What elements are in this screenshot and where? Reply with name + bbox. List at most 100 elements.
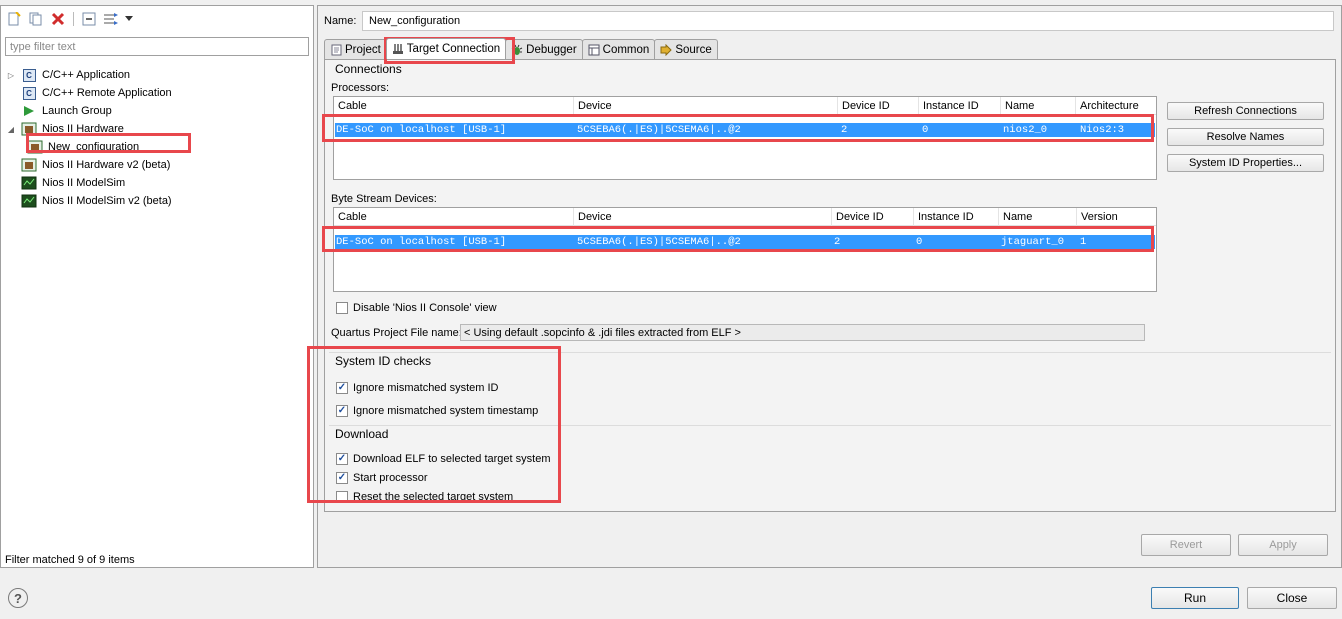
- new-launch-configuration-icon[interactable]: [4, 10, 24, 28]
- checkbox-box[interactable]: [336, 302, 348, 314]
- column-header-architecture[interactable]: Architecture: [1076, 97, 1158, 115]
- reset-target-system-checkbox[interactable]: Reset the selected target system: [336, 489, 513, 505]
- tree-item-label: Nios II Hardware: [42, 123, 124, 135]
- tree-item-label: C/C++ Application: [42, 69, 131, 81]
- cell-name: jtaguart_0: [1001, 236, 1065, 248]
- tree-item-nios-hardware[interactable]: ◢ Nios II Hardware: [5, 120, 305, 138]
- target-connection-panel: Connections Processors: Cable Device Dev…: [324, 59, 1336, 512]
- toolbar-separator: [73, 12, 74, 26]
- table-row[interactable]: DE-SoC on localhost [USB-1] 5CSEBA6(.|ES…: [335, 235, 1155, 249]
- tab-label: Source: [675, 43, 712, 56]
- launch-group-icon: [21, 104, 37, 118]
- dropdown-arrow-icon[interactable]: [123, 10, 135, 28]
- cell-architecture: Nios2:3: [1080, 124, 1125, 136]
- column-header-device-id[interactable]: Device ID: [838, 97, 919, 115]
- checkbox-box[interactable]: ✓: [336, 382, 348, 394]
- tree-item-cpp-application[interactable]: ▷ C C/C++ Application: [5, 66, 305, 84]
- refresh-connections-button[interactable]: Refresh Connections: [1167, 102, 1324, 120]
- tab-label: Debugger: [526, 43, 577, 56]
- nios-hardware-icon: [21, 122, 37, 136]
- checkbox-box[interactable]: [336, 491, 348, 503]
- checkbox-box[interactable]: ✓: [336, 405, 348, 417]
- cell-instance-id: 0: [922, 124, 929, 136]
- column-header-device-id[interactable]: Device ID: [832, 208, 914, 226]
- tab-source[interactable]: Source: [654, 39, 718, 59]
- download-elf-checkbox[interactable]: ✓ Download ELF to selected target system: [336, 451, 550, 467]
- tree-item-nios-hardware-v2[interactable]: Nios II Hardware v2 (beta): [5, 156, 305, 174]
- tab-common[interactable]: Common: [581, 39, 656, 59]
- source-icon: [660, 43, 673, 56]
- checkbox-label: Reset the selected target system: [353, 491, 514, 503]
- byte-stream-devices-table[interactable]: Cable Device Device ID Instance ID Name …: [333, 207, 1157, 292]
- name-label: Name:: [324, 15, 357, 27]
- column-header-instance-id[interactable]: Instance ID: [914, 208, 999, 226]
- apply-button[interactable]: Apply: [1238, 534, 1328, 556]
- debugger-icon: [511, 44, 523, 56]
- column-header-version[interactable]: Version: [1077, 208, 1158, 226]
- expand-arrow-icon[interactable]: ▷: [5, 71, 17, 80]
- tab-project[interactable]: Project: [324, 39, 387, 59]
- column-header-name[interactable]: Name: [999, 208, 1077, 226]
- column-header-cable[interactable]: Cable: [334, 208, 574, 226]
- checkbox-box[interactable]: ✓: [336, 472, 348, 484]
- filter-input[interactable]: [5, 37, 309, 56]
- modelsim-icon: [21, 176, 37, 190]
- delete-icon[interactable]: [48, 10, 68, 28]
- processors-table[interactable]: Cable Device Device ID Instance ID Name …: [333, 96, 1157, 180]
- tree-item-nios-modelsim[interactable]: Nios II ModelSim: [5, 174, 305, 192]
- cell-cable: DE-SoC on localhost [USB-1]: [336, 124, 507, 136]
- revert-button[interactable]: Revert: [1141, 534, 1231, 556]
- start-processor-checkbox[interactable]: ✓ Start processor: [336, 470, 428, 486]
- target-connection-icon: [392, 43, 404, 55]
- tree-item-label: Nios II ModelSim: [42, 177, 126, 189]
- disable-nios-console-checkbox[interactable]: Disable 'Nios II Console' view: [336, 300, 497, 316]
- table-header: Cable Device Device ID Instance ID Name …: [334, 97, 1156, 115]
- collapse-arrow-icon[interactable]: ◢: [5, 125, 17, 134]
- checkbox-box[interactable]: ✓: [336, 453, 348, 465]
- tree-item-label: Nios II Hardware v2 (beta): [42, 159, 171, 171]
- column-header-device[interactable]: Device: [574, 208, 832, 226]
- table-header: Cable Device Device ID Instance ID Name …: [334, 208, 1156, 226]
- table-row[interactable]: DE-SoC on localhost [USB-1] 5CSEBA6(.|ES…: [335, 123, 1155, 137]
- quartus-project-file-input[interactable]: [460, 324, 1145, 341]
- tab-label: Target Connection: [406, 43, 501, 55]
- close-button[interactable]: Close: [1247, 587, 1337, 609]
- nios-hardware-icon: [21, 158, 37, 172]
- run-button[interactable]: Run: [1151, 587, 1239, 609]
- tab-debugger[interactable]: Debugger: [505, 39, 583, 59]
- collapse-all-icon[interactable]: [79, 10, 99, 28]
- tree-item-launch-group[interactable]: Launch Group: [5, 102, 305, 120]
- tab-target-connection[interactable]: Target Connection: [385, 38, 507, 59]
- checkbox-label: Disable 'Nios II Console' view: [353, 302, 497, 314]
- ignore-mismatched-timestamp-checkbox[interactable]: ✓ Ignore mismatched system timestamp: [336, 403, 538, 419]
- duplicate-icon[interactable]: [26, 10, 46, 28]
- launch-config-tree: ▷ C C/C++ Application C C/C++ Remote App…: [5, 66, 305, 210]
- ignore-mismatched-system-id-checkbox[interactable]: ✓ Ignore mismatched system ID: [336, 380, 499, 396]
- column-header-device[interactable]: Device: [574, 97, 838, 115]
- tree-item-cpp-remote-application[interactable]: C C/C++ Remote Application: [5, 84, 305, 102]
- resolve-names-button[interactable]: Resolve Names: [1167, 128, 1324, 146]
- download-group-title: Download: [335, 427, 389, 441]
- navigator-toolbar: [4, 9, 135, 29]
- cell-cable: DE-SoC on localhost [USB-1]: [336, 236, 507, 248]
- tree-item-nios-modelsim-v2[interactable]: Nios II ModelSim v2 (beta): [5, 192, 305, 210]
- help-icon[interactable]: ?: [8, 588, 28, 608]
- checkbox-label: Start processor: [353, 472, 428, 484]
- system-id-properties-button[interactable]: System ID Properties...: [1167, 154, 1324, 172]
- filter-icon[interactable]: [101, 10, 121, 28]
- cell-version: 1: [1080, 236, 1087, 248]
- tab-label: Project: [345, 43, 381, 56]
- tree-item-label: C/C++ Remote Application: [42, 87, 172, 99]
- c-icon: C: [21, 86, 37, 100]
- column-header-instance-id[interactable]: Instance ID: [919, 97, 1001, 115]
- column-header-cable[interactable]: Cable: [334, 97, 574, 115]
- filter-status-text: Filter matched 9 of 9 items: [5, 554, 135, 566]
- tree-item-new-configuration[interactable]: New_configuration: [5, 138, 305, 156]
- cell-instance-id: 0: [916, 236, 923, 248]
- configuration-editor: Name: Project Target Connection Debugger…: [317, 5, 1342, 568]
- cell-device: 5CSEBA6(.|ES)|5CSEMA6|..@2: [577, 124, 741, 136]
- column-header-name[interactable]: Name: [1001, 97, 1076, 115]
- checkbox-label: Download ELF to selected target system: [353, 453, 551, 465]
- configuration-name-input[interactable]: [362, 11, 1334, 31]
- c-icon: C: [21, 68, 37, 82]
